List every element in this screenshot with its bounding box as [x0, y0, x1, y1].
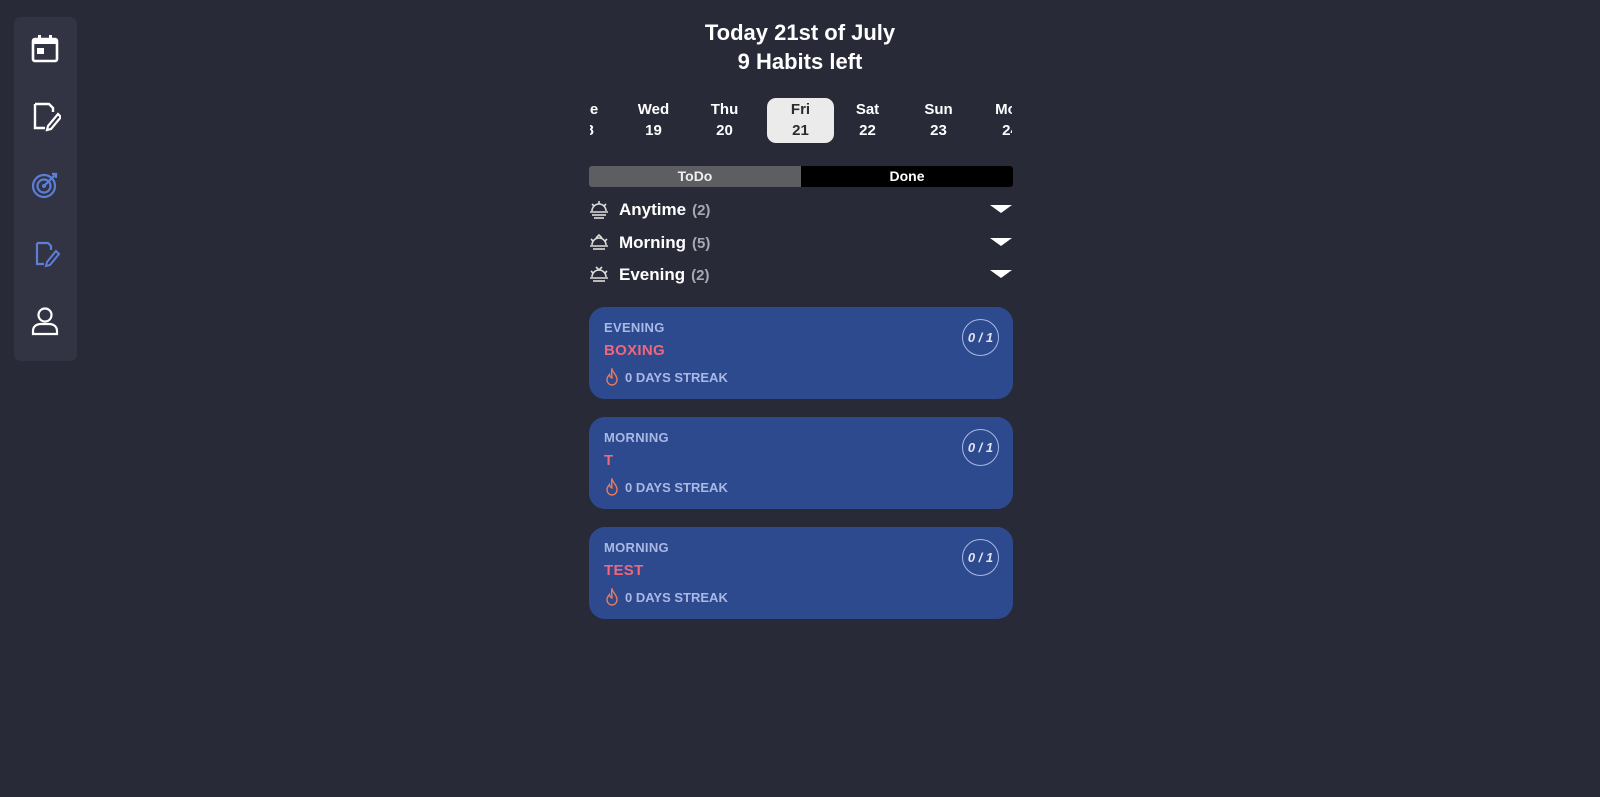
edit-note-icon [33, 102, 61, 132]
day-fri-selected[interactable]: Fri 21 [767, 98, 834, 143]
day-thu[interactable]: Thu 20 [691, 98, 758, 143]
group-anytime[interactable]: Anytime (2) [589, 197, 1013, 223]
flame-icon [606, 588, 618, 606]
sidebar-item-profile[interactable] [27, 303, 63, 339]
group-count: (2) [692, 201, 711, 219]
tab-done[interactable]: Done [801, 166, 1013, 187]
habit-time: MORNING [604, 540, 669, 555]
caret-down-icon[interactable] [990, 205, 1012, 213]
group-label: Evening [619, 265, 686, 284]
day-wed[interactable]: Wed 19 [620, 98, 687, 143]
today-title: Today 21st of July [704, 20, 896, 45]
group-count: (5) [692, 234, 711, 252]
group-evening[interactable]: Evening (2) [589, 262, 1013, 288]
group-label: Anytime [619, 200, 687, 219]
target-icon [31, 172, 58, 199]
habit-time: MORNING [604, 430, 669, 445]
habit-streak: 0 DAYS STREAK [604, 478, 728, 496]
habits-left: 9 Habits left [737, 49, 863, 74]
progress-counter-button[interactable]: 0 / 1 [962, 539, 999, 576]
day-sun[interactable]: Sun 23 [905, 98, 972, 143]
sunset-icon [589, 265, 609, 285]
sunrise-icon [589, 200, 609, 220]
tab-todo[interactable]: ToDo [589, 166, 801, 187]
day-mon[interactable]: Mon 24 [977, 98, 1012, 143]
habit-card-t[interactable]: MORNING T 0 DAYS STREAK 0 / 1 [589, 417, 1013, 509]
habit-name: BOXING [604, 342, 665, 359]
caret-down-icon[interactable] [990, 270, 1012, 278]
habit-card-test[interactable]: MORNING TEST 0 DAYS STREAK 0 / 1 [589, 527, 1013, 619]
habit-name: TEST [604, 562, 644, 579]
sidebar-item-goals[interactable] [27, 167, 63, 203]
sunrise-arrow-icon [589, 233, 609, 253]
day-strip[interactable]: Tue 18 Wed 19 Thu 20 Fri 21 Sat 22 Sun 2… [590, 98, 1012, 144]
progress-counter-button[interactable]: 0 / 1 [962, 319, 999, 356]
group-label: Morning [619, 233, 687, 252]
group-count: (2) [691, 266, 710, 284]
habit-streak: 0 DAYS STREAK [604, 588, 728, 606]
user-icon [31, 307, 59, 336]
habit-name: T [604, 452, 614, 469]
day-tue[interactable]: Tue 18 [590, 98, 619, 143]
filter-tabs: ToDo Done [589, 166, 1013, 187]
flame-icon [606, 368, 618, 386]
sidebar-item-edit[interactable] [27, 98, 63, 134]
progress-counter-button[interactable]: 0 / 1 [962, 429, 999, 466]
group-morning[interactable]: Morning (5) [589, 230, 1013, 256]
page-header: Today 21st of July 9 Habits left [0, 18, 1600, 76]
habit-streak: 0 DAYS STREAK [604, 368, 728, 386]
habit-card-boxing[interactable]: EVENING BOXING 0 DAYS STREAK 0 / 1 [589, 307, 1013, 399]
edit-note-small-icon [35, 241, 61, 268]
day-sat[interactable]: Sat 22 [834, 98, 901, 143]
caret-down-icon[interactable] [990, 238, 1012, 246]
flame-icon [606, 478, 618, 496]
habit-time: EVENING [604, 320, 665, 335]
sidebar-item-journal[interactable] [27, 235, 63, 271]
